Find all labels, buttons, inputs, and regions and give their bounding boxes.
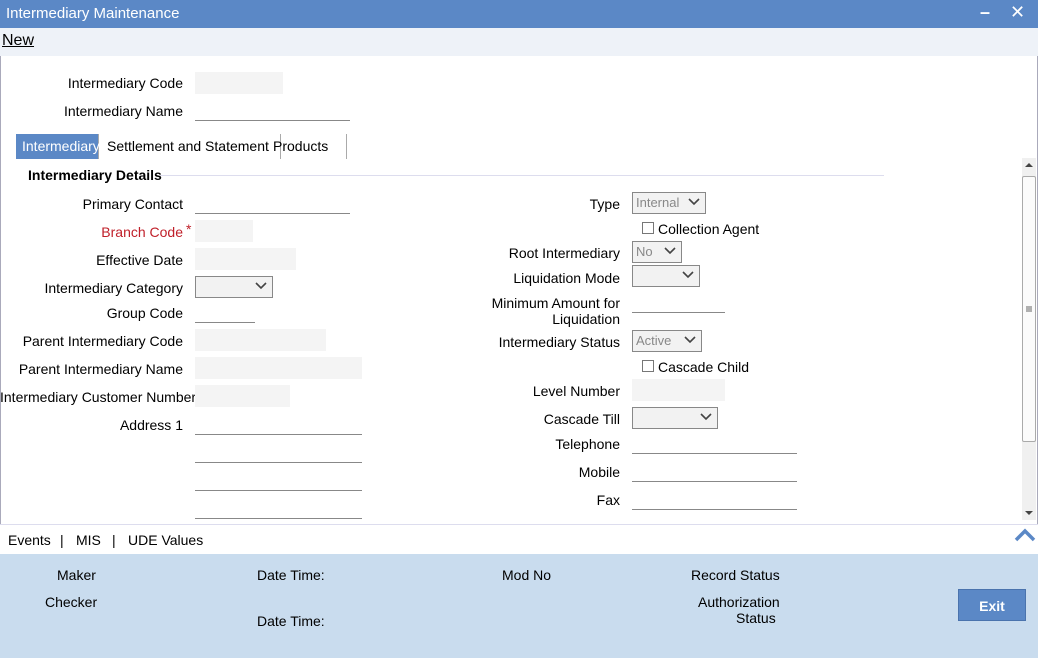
intermediary-status-label: Intermediary Status xyxy=(498,334,620,350)
intermediary-category-label: Intermediary Category xyxy=(44,280,183,296)
menu-bar: New xyxy=(0,28,1038,56)
checker-label: Checker xyxy=(45,594,98,610)
branch-code-input[interactable] xyxy=(195,220,253,242)
collection-agent-checkbox[interactable] xyxy=(642,222,654,234)
telephone-input[interactable] xyxy=(632,432,797,454)
effective-date-input[interactable] xyxy=(195,248,296,270)
type-label: Type xyxy=(589,196,620,212)
cascade-child-label: Cascade Child xyxy=(658,359,750,375)
mobile-label: Mobile xyxy=(578,464,620,480)
scroll-up-icon[interactable] xyxy=(1024,160,1034,170)
collection-agent-label: Collection Agent xyxy=(658,221,760,237)
min-amount-label-line2: Liquidation xyxy=(552,311,620,327)
min-amount-label-line1: Minimum Amount for xyxy=(491,295,620,311)
root-intermediary-select[interactable]: No xyxy=(632,241,682,263)
primary-contact-label: Primary Contact xyxy=(82,196,183,212)
chevron-down-icon xyxy=(682,271,694,279)
fax-input[interactable] xyxy=(632,488,797,510)
authorization-status-label-line2: Status xyxy=(736,610,776,626)
level-number-input[interactable] xyxy=(632,379,725,401)
cascade-till-select[interactable] xyxy=(632,407,718,429)
type-value: Internal xyxy=(636,195,680,210)
window-title: Intermediary Maintenance xyxy=(6,5,180,22)
root-intermediary-value: No xyxy=(636,244,653,259)
telephone-label: Telephone xyxy=(555,436,620,452)
type-select[interactable]: Internal xyxy=(632,192,706,214)
mod-no-label: Mod No xyxy=(502,567,552,583)
address4-input[interactable] xyxy=(195,497,362,519)
required-marker: * xyxy=(186,221,192,237)
liquidation-mode-select[interactable] xyxy=(632,265,700,287)
audit-footer: Maker Checker Date Time: Date Time: Mod … xyxy=(0,554,1038,658)
section-title: Intermediary Details xyxy=(28,167,162,183)
maker-date-time-label: Date Time: xyxy=(257,567,325,583)
intermediary-name-input[interactable] xyxy=(195,99,350,121)
close-icon[interactable]: ✕ xyxy=(1010,2,1025,23)
branch-code-label: Branch Code xyxy=(101,224,183,240)
intermediary-category-select[interactable] xyxy=(195,276,273,298)
address3-input[interactable] xyxy=(195,469,362,491)
tab-products[interactable]: Products xyxy=(267,134,347,159)
intermediary-code-input[interactable] xyxy=(195,72,283,94)
chevron-up-icon[interactable] xyxy=(1014,527,1036,543)
mobile-input[interactable] xyxy=(632,460,797,482)
chevron-down-icon xyxy=(255,282,267,290)
exit-button[interactable]: Exit xyxy=(958,589,1026,621)
group-code-label: Group Code xyxy=(106,305,183,321)
cascade-child-checkbox[interactable] xyxy=(642,360,654,372)
intermediary-customer-number-label: Intermediary Customer Number xyxy=(0,389,197,405)
intermediary-name-label: Intermediary Name xyxy=(63,103,183,119)
tab-intermediary[interactable]: Intermediary xyxy=(16,134,100,159)
mis-link[interactable]: MIS xyxy=(76,532,101,548)
group-code-input[interactable] xyxy=(195,301,255,323)
primary-contact-input[interactable] xyxy=(195,192,350,214)
liquidation-mode-label: Liquidation Mode xyxy=(513,270,620,286)
maker-label: Maker xyxy=(57,567,96,583)
parent-intermediary-code-input[interactable] xyxy=(195,329,326,351)
events-link[interactable]: Events xyxy=(8,532,51,548)
minimize-icon[interactable]: – xyxy=(980,2,990,23)
parent-intermediary-name-input[interactable] xyxy=(195,357,362,379)
min-amount-input[interactable] xyxy=(632,291,725,313)
intermediary-status-value: Active xyxy=(636,333,672,348)
chevron-down-icon xyxy=(664,247,676,255)
intermediary-status-select[interactable]: Active xyxy=(632,330,702,352)
record-status-label: Record Status xyxy=(691,567,780,583)
title-bar: Intermediary Maintenance – ✕ xyxy=(0,0,1038,28)
address1-label: Address 1 xyxy=(119,417,183,433)
address1-input[interactable] xyxy=(195,413,362,435)
grip-icon xyxy=(1026,306,1032,312)
chevron-down-icon xyxy=(688,198,700,206)
checker-date-time-label: Date Time: xyxy=(257,613,325,629)
link-separator: | xyxy=(60,532,64,548)
tab-settlement-statement[interactable]: Settlement and Statement xyxy=(101,134,281,159)
chevron-down-icon xyxy=(684,336,696,344)
authorization-status-label-line1: Authorization xyxy=(698,594,780,610)
chevron-down-icon xyxy=(700,413,712,421)
intermediary-customer-number-input[interactable] xyxy=(195,385,290,407)
parent-intermediary-name-label: Parent Intermediary Name xyxy=(18,361,183,377)
link-separator: | xyxy=(112,532,116,548)
level-number-label: Level Number xyxy=(532,383,620,399)
bottom-link-bar: Events | MIS | UDE Values xyxy=(0,524,1038,554)
section-divider xyxy=(160,175,884,176)
root-intermediary-label: Root Intermediary xyxy=(508,245,620,261)
scroll-down-icon[interactable] xyxy=(1024,508,1034,518)
intermediary-code-label: Intermediary Code xyxy=(67,75,183,91)
udf-values-link[interactable]: UDE Values xyxy=(128,532,203,548)
new-link[interactable]: New xyxy=(2,32,34,50)
effective-date-label: Effective Date xyxy=(96,252,183,268)
address2-input[interactable] xyxy=(195,441,362,463)
parent-intermediary-code-label: Parent Intermediary Code xyxy=(22,333,183,349)
cascade-till-label: Cascade Till xyxy=(543,411,620,427)
fax-label: Fax xyxy=(596,492,620,508)
